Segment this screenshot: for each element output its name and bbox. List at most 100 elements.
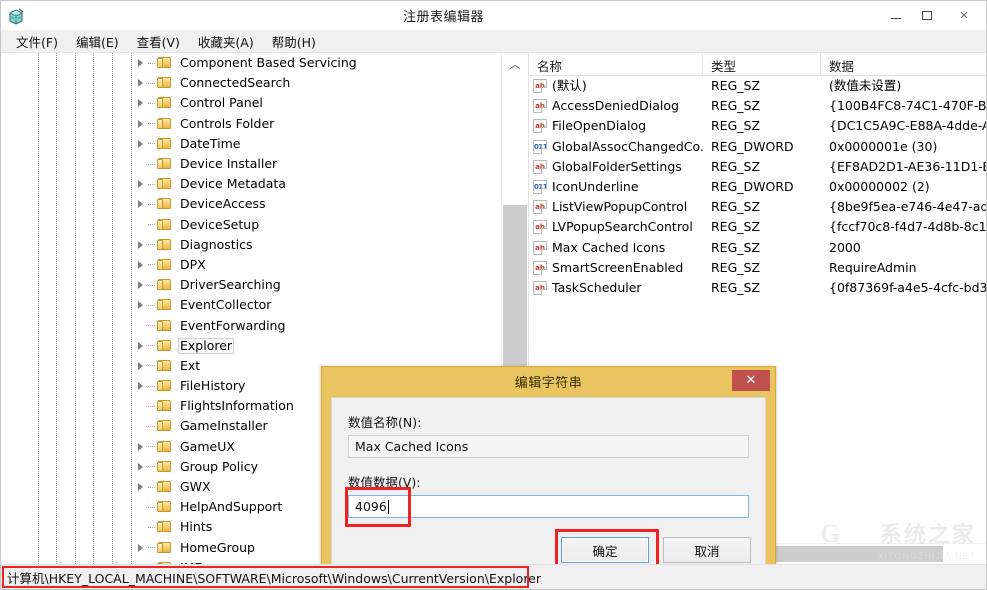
status-bar: 计算机\HKEY_LOCAL_MACHINE\SOFTWARE\Microsof… <box>1 564 986 589</box>
tree-item[interactable]: Device Metadata <box>1 174 502 194</box>
column-header-name[interactable]: 名称 <box>529 53 703 75</box>
tree-item[interactable]: DriverSearching <box>1 275 502 295</box>
maximize-button[interactable] <box>911 1 942 29</box>
expand-arrow-icon[interactable] <box>133 278 147 292</box>
tree-connector <box>148 304 156 306</box>
tree-connector <box>148 82 156 84</box>
tree-item[interactable]: DateTime <box>1 134 502 154</box>
folder-icon <box>157 238 173 252</box>
minimize-button[interactable] <box>880 1 911 29</box>
menu-edit[interactable]: 编辑(E) <box>67 30 128 53</box>
expand-arrow-icon[interactable] <box>133 56 147 70</box>
value-name-text: AccessDeniedDialog <box>552 98 679 114</box>
table-row[interactable]: ab Max Cached Icons REG_SZ 2000 <box>529 238 986 258</box>
tree-item[interactable]: Component Based Servicing <box>1 53 502 73</box>
cell-data: 0x0000001e (30) <box>829 138 938 154</box>
tree-item-label: DeviceSetup <box>180 216 260 232</box>
chevron-right-icon <box>137 543 143 552</box>
cell-type: REG_SZ <box>711 78 761 94</box>
folder-icon <box>157 76 173 90</box>
menu-file[interactable]: 文件(F) <box>7 30 67 53</box>
table-row[interactable]: ab ListViewPopupControl REG_SZ {8be9f5ea-e7… <box>529 197 986 217</box>
expand-arrow-icon[interactable] <box>133 76 147 90</box>
table-row[interactable]: ab FileOpenDialog REG_SZ {DC1C5A9C-E88A-4dd… <box>529 116 986 136</box>
menu-favorites[interactable]: 收藏夹(A) <box>189 30 263 53</box>
expand-arrow-icon[interactable] <box>133 460 147 474</box>
table-row[interactable]: 011 IconUnderline REG_DWORD 0x00000002 (2) <box>529 177 986 197</box>
folder-icon <box>157 177 173 191</box>
table-row[interactable]: ab GlobalFolderSettings REG_SZ {EF8AD2D1-AE… <box>529 157 986 177</box>
folder-icon <box>157 197 173 211</box>
menu-help[interactable]: 帮助(H) <box>263 30 325 53</box>
chevron-right-icon <box>137 361 143 370</box>
chevron-right-icon <box>137 59 143 68</box>
expand-arrow-icon[interactable] <box>133 379 147 393</box>
expand-arrow-icon[interactable] <box>133 440 147 454</box>
tree-leaf-marker <box>133 319 147 333</box>
table-row[interactable]: ab (默认) REG_SZ (数值未设置) <box>529 76 986 96</box>
expand-arrow-icon[interactable] <box>133 137 147 151</box>
expand-arrow-icon[interactable] <box>133 298 147 312</box>
value-data-field-wrap: 4096 <box>345 487 749 527</box>
tree-connector <box>148 163 156 165</box>
expand-arrow-icon[interactable] <box>133 177 147 191</box>
tree-item[interactable]: Device Installer <box>1 154 502 174</box>
cancel-button[interactable]: 取消 <box>663 537 751 563</box>
tree-leaf-marker <box>133 399 147 413</box>
expand-arrow-icon[interactable] <box>133 359 147 373</box>
folder-icon <box>157 339 173 353</box>
value-name-text: FileOpenDialog <box>552 118 647 134</box>
tree-item[interactable]: EventForwarding <box>1 315 502 335</box>
tree-item[interactable]: DPX <box>1 255 502 275</box>
dialog-title-bar: 编辑字符串 ✕ <box>322 367 775 395</box>
dialog-title: 编辑字符串 <box>514 375 583 391</box>
expand-arrow-icon[interactable] <box>133 541 147 555</box>
table-row[interactable]: ab TaskScheduler REG_SZ {0f87369f-a4e5-4cfc… <box>529 278 986 298</box>
column-header-type[interactable]: 类型 <box>703 53 821 75</box>
scroll-up-icon[interactable]: ︿ <box>502 53 528 75</box>
tree-connector <box>148 264 156 266</box>
tree-connector <box>148 547 156 549</box>
tree-item[interactable]: ConnectedSearch <box>1 73 502 93</box>
table-row[interactable]: ab AccessDeniedDialog REG_SZ {100B4FC8-74C1… <box>529 96 986 116</box>
expand-arrow-icon[interactable] <box>133 96 147 110</box>
close-button[interactable]: × <box>942 1 986 29</box>
tree-scroll-thumb[interactable] <box>503 205 527 385</box>
menu-view[interactable]: 查看(V) <box>128 30 189 53</box>
chevron-right-icon <box>137 341 143 350</box>
folder-icon <box>157 117 173 131</box>
table-row[interactable]: ab LVPopupSearchControl REG_SZ {fccf70c8-f4… <box>529 217 986 237</box>
tree-connector <box>148 143 156 145</box>
ok-button[interactable]: 确定 <box>561 537 649 563</box>
tree-item[interactable]: DeviceAccess <box>1 194 502 214</box>
tree-item[interactable]: Explorer <box>1 336 502 356</box>
tree-item-label: Device Installer <box>180 156 278 172</box>
tree-item-label: Ext <box>180 357 201 373</box>
column-header-data[interactable]: 数据 <box>821 53 986 75</box>
tree-item-label: HelpAndSupport <box>180 499 283 515</box>
expand-arrow-icon[interactable] <box>133 117 147 131</box>
dialog-close-button[interactable]: ✕ <box>732 370 770 391</box>
tree-item[interactable]: Controls Folder <box>1 114 502 134</box>
expand-arrow-icon[interactable] <box>133 197 147 211</box>
text-caret <box>387 499 389 514</box>
tree-item-label: DriverSearching <box>180 277 281 293</box>
cell-data: {8be9f5ea-e746-4e47-ad5 <box>829 199 986 215</box>
tree-item[interactable]: Control Panel <box>1 93 502 113</box>
expand-arrow-icon[interactable] <box>133 258 147 272</box>
tree-item[interactable]: DeviceSetup <box>1 215 502 235</box>
value-name-input[interactable]: Max Cached Icons <box>348 435 749 458</box>
expand-arrow-icon[interactable] <box>133 480 147 494</box>
table-row[interactable]: 011 GlobalAssocChangedCo... REG_DWORD 0x000… <box>529 137 986 157</box>
cell-type: REG_DWORD <box>711 138 794 154</box>
tree-connector <box>148 183 156 185</box>
folder-icon <box>157 258 173 272</box>
tree-item[interactable]: EventCollector <box>1 295 502 315</box>
value-data-input[interactable]: 4096 <box>348 495 749 518</box>
table-row[interactable]: ab SmartScreenEnabled REG_SZ RequireAdmin <box>529 258 986 278</box>
folder-icon <box>157 440 173 454</box>
expand-arrow-icon[interactable] <box>133 238 147 252</box>
chevron-right-icon <box>137 99 143 108</box>
tree-item[interactable]: Diagnostics <box>1 235 502 255</box>
expand-arrow-icon[interactable] <box>133 339 147 353</box>
